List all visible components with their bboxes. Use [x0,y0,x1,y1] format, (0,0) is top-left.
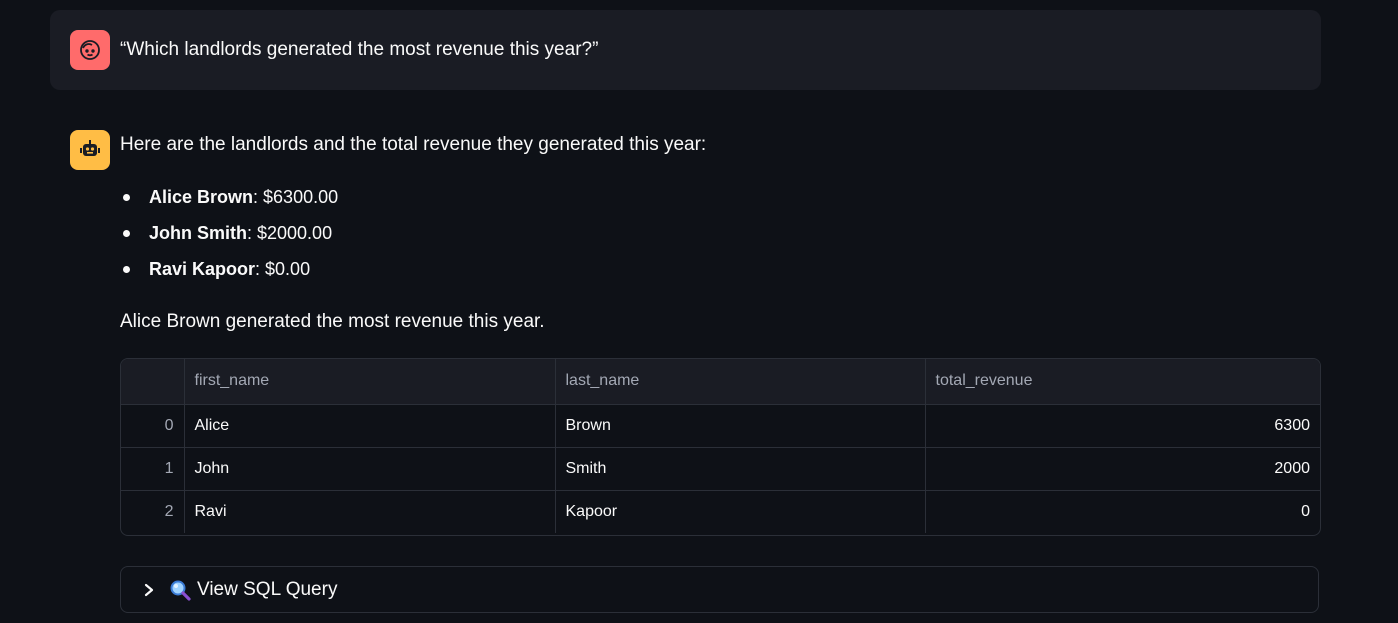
cell-total-revenue[interactable]: 2000 [925,447,1320,491]
cell-first-name[interactable]: John [184,447,556,491]
cell-first-name[interactable]: Ravi [184,490,556,533]
list-item: Ravi Kapoor: $0.00 [120,257,338,293]
cell-total-revenue[interactable]: 6300 [925,404,1320,448]
user-message-text: “Which landlords generated the most reve… [120,39,599,60]
table-row: 0 Alice Brown 6300 [121,404,1320,448]
column-header-first-name[interactable]: first_name [184,359,556,405]
chevron-right-icon [143,583,155,596]
results-dataframe[interactable]: first_name last_name total_revenue 0 Ali… [120,358,1321,536]
list-item: John Smith: $2000.00 [120,221,338,257]
view-sql-query-expander[interactable]: View SQL Query [120,566,1319,613]
row-index: 1 [121,447,185,491]
revenue-list: Alice Brown: $6300.00 John Smith: $2000.… [120,185,338,293]
column-header-total-revenue[interactable]: total_revenue [925,359,1320,405]
cell-last-name[interactable]: Kapoor [555,490,926,533]
table-header-row: first_name last_name total_revenue [121,359,1320,405]
assistant-intro-text: Here are the landlords and the total rev… [120,134,707,155]
index-header[interactable] [121,359,185,405]
robot-icon [80,140,100,156]
cell-last-name[interactable]: Brown [555,404,926,448]
column-header-last-name[interactable]: last_name [555,359,926,405]
landlord-name: Ravi Kapoor [149,259,256,279]
assistant-conclusion-text: Alice Brown generated the most revenue t… [120,311,545,332]
assistant-avatar [70,130,110,170]
user-message: “Which landlords generated the most reve… [50,10,1321,90]
landlord-revenue: : $2000.00 [247,223,333,243]
landlord-name: Alice Brown [149,187,254,207]
table-row: 1 John Smith 2000 [121,447,1320,491]
expander-label: View SQL Query [197,578,338,600]
user-avatar [70,30,110,70]
list-item: Alice Brown: $6300.00 [120,185,338,221]
user-face-icon [80,40,100,60]
row-index: 2 [121,490,185,533]
cell-total-revenue[interactable]: 0 [925,490,1320,533]
landlord-name: John Smith [149,223,247,243]
cell-first-name[interactable]: Alice [184,404,556,448]
row-index: 0 [121,404,185,448]
cell-last-name[interactable]: Smith [555,447,926,491]
table-row: 2 Ravi Kapoor 0 [121,490,1320,533]
landlord-revenue: : $0.00 [255,259,311,279]
landlord-revenue: : $6300.00 [253,187,339,207]
magnifying-glass-icon [169,579,191,601]
results-table: first_name last_name total_revenue 0 Ali… [121,359,1320,533]
